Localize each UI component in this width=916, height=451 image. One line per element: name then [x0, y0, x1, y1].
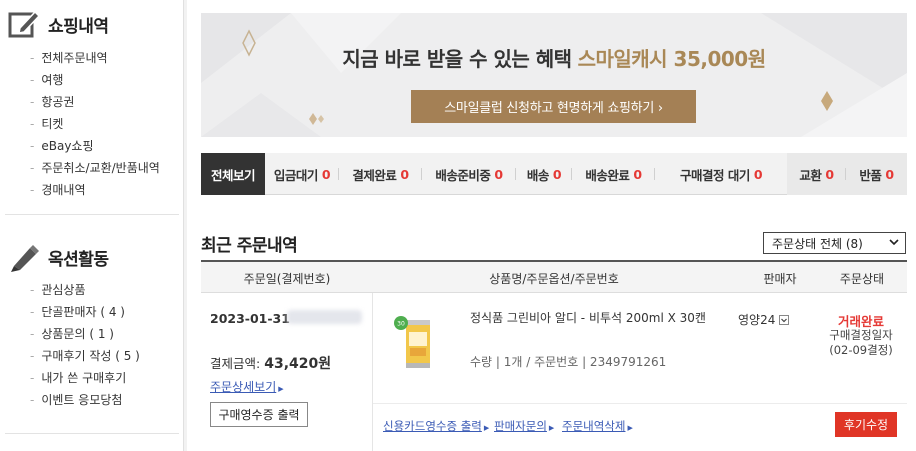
tab-awaiting-payment[interactable]: 입금대기 0 — [265, 153, 339, 195]
chevron-down-icon — [889, 237, 899, 250]
tab-count: 0 — [633, 166, 642, 182]
payment-amount-label: 결제금액: — [210, 356, 261, 371]
order-date: 2023-01-31 — [210, 311, 290, 326]
triangle-right-icon: ▶ — [483, 424, 490, 432]
tab-count: 0 — [400, 166, 409, 182]
tab-count: 0 — [885, 166, 894, 182]
banner-highlight-text: 스마일캐시 35,000원 — [577, 47, 767, 71]
tab-all[interactable]: 전체보기 — [201, 153, 265, 195]
banner-headline: 지금 바로 받을 수 있는 혜택 스마일캐시 35,000원 — [201, 43, 907, 72]
tab-label: 구매결정 대기 — [679, 167, 750, 183]
order-status-filter-value: 주문상태 전체 (8) — [772, 236, 863, 251]
col-status: 주문상태 — [839, 272, 885, 286]
sidebar-item-my-reviews[interactable]: 내가 쓴 구매후기 — [30, 367, 140, 389]
card-receipt-link[interactable]: 신용카드영수증 출력 ▶ — [383, 418, 489, 434]
tab-awaiting-confirmation[interactable]: 구매결정 대기 0 — [655, 153, 787, 195]
tab-payment-complete[interactable]: 결제완료 0 — [339, 153, 422, 195]
edit-review-button[interactable]: 후기수정 — [835, 412, 897, 437]
delete-order-link[interactable]: 주문내역삭제 ▶ — [562, 418, 633, 434]
order-status-decision-date: (02-09결정) — [829, 343, 893, 357]
seller-name-text: 영양24 — [738, 313, 776, 327]
pencil-icon — [8, 242, 40, 272]
product-name-link[interactable]: 정식품 그린비아 알디 - 비투석 200ml X 30캔 — [470, 310, 710, 326]
sidebar-item-ticket[interactable]: 티켓 — [30, 113, 160, 135]
sidebar-shopping-header[interactable]: 쇼핑내역 — [8, 9, 109, 39]
tab-preparing-shipment[interactable]: 배송준비중 0 — [422, 153, 516, 195]
tab-label: 교환 — [799, 167, 822, 183]
card-receipt-link-text: 신용카드영수증 출력 — [383, 419, 482, 433]
order-status-filter-select[interactable]: 주문상태 전체 (8) — [763, 232, 906, 254]
sidebar-divider — [5, 214, 179, 215]
tab-exchange[interactable]: 교환 0 — [787, 153, 846, 195]
tab-count: 0 — [494, 166, 503, 182]
sidebar-item-travel[interactable]: 여행 — [30, 69, 160, 91]
tab-label: 전체보기 — [210, 167, 256, 183]
tab-count: 0 — [321, 166, 331, 182]
sidebar-auction-title: 옥션활동 — [48, 249, 109, 270]
tab-label: 반품 — [859, 167, 882, 183]
svg-text:30: 30 — [397, 321, 405, 328]
recent-orders-title: 최근 주문내역 — [201, 236, 298, 256]
column-divider — [372, 293, 373, 451]
order-status-tabs: 전체보기 입금대기 0 결제완료 0 배송준비중 0 배송 0 배송완료 0 구매결정 대… — [201, 153, 907, 195]
seller-inquiry-link-text: 판매자문의 — [494, 419, 547, 433]
sidebar-item-product-inquiry[interactable]: 상품문의 ( 1 ) — [30, 323, 140, 345]
orders-table-header: 주문일(결제번호) 상품명/주문옵션/주문번호 판매자 주문상태 — [201, 260, 907, 293]
tab-label: 결제완료 — [352, 167, 397, 183]
sidebar-divider — [5, 433, 179, 434]
tab-count: 0 — [825, 166, 834, 182]
triangle-right-icon: ▶ — [627, 424, 633, 432]
edit-note-icon — [8, 9, 41, 39]
seller-name[interactable]: 영양24 — [738, 311, 790, 328]
tab-label: 배송준비중 — [435, 167, 491, 183]
sidebar-item-ebay[interactable]: eBay쇼핑 — [30, 135, 160, 157]
print-receipt-button[interactable]: 구매영수증 출력 — [210, 402, 308, 427]
order-detail-link[interactable]: 주문상세보기 ▶ — [210, 378, 284, 395]
triangle-right-icon: ▶ — [548, 424, 555, 432]
tab-count: 0 — [552, 166, 562, 182]
order-detail-link-text: 주문상세보기 — [210, 380, 277, 394]
triangle-right-icon: ▶ — [278, 385, 284, 393]
sidebar-item-flight[interactable]: 항공권 — [30, 91, 160, 113]
payment-number-redacted — [287, 310, 362, 324]
sidebar-item-cancel-return[interactable]: 주문취소/교환/반품내역 — [30, 157, 160, 179]
product-thumbnail[interactable]: 30 — [392, 314, 438, 370]
seller-inquiry-link[interactable]: 판매자문의 ▶ — [494, 418, 554, 434]
sidebar-shopping-list: 전체주문내역 여행 항공권 티켓 eBay쇼핑 주문취소/교환/반품내역 경매내… — [30, 47, 160, 201]
col-product: 상품명/주문옵션/주문번호 — [489, 272, 619, 286]
sidebar-item-all-orders[interactable]: 전체주문내역 — [30, 47, 160, 69]
seller-dropdown-icon[interactable] — [779, 313, 790, 327]
payment-amount-value: 43,420원 — [264, 356, 332, 372]
tab-shipping[interactable]: 배송 0 — [516, 153, 572, 195]
order-status-sub-label: 구매결정일자 — [829, 328, 893, 342]
sidebar-item-auction-history[interactable]: 경매내역 — [30, 179, 160, 201]
row-divider — [373, 403, 907, 404]
sidebar: 쇼핑내역 전체주문내역 여행 항공권 티켓 eBay쇼핑 주문취소/교환/반품내… — [0, 0, 187, 451]
tab-count: 0 — [753, 166, 763, 182]
sidebar-item-event-winner[interactable]: 이벤트 응모당첨 — [30, 389, 140, 411]
tab-return[interactable]: 반품 0 — [846, 153, 907, 195]
tab-label: 배송완료 — [585, 167, 630, 183]
banner-headline-text: 지금 바로 받을 수 있는 혜택 — [342, 47, 572, 71]
tab-delivered[interactable]: 배송완료 0 — [572, 153, 655, 195]
sidebar-item-wishlist[interactable]: 관심상품 — [30, 279, 140, 301]
tab-label: 배송 — [526, 167, 550, 183]
payment-amount: 결제금액: 43,420원 — [210, 353, 331, 373]
smile-club-signup-button[interactable]: 스마일클럽 신청하고 현명하게 쇼핑하기 › — [411, 90, 696, 123]
sidebar-auction-list: 관심상품 단골판매자 ( 4 ) 상품문의 ( 1 ) 구매후기 작성 ( 5 … — [30, 279, 140, 411]
col-seller: 판매자 — [763, 272, 797, 286]
product-quantity-order-number: 수량 | 1개 / 주문번호 | 2349791261 — [470, 355, 667, 369]
tab-label: 입금대기 — [273, 167, 319, 183]
smile-club-banner: 지금 바로 받을 수 있는 혜택 스마일캐시 35,000원 스마일클럽 신청하고… — [201, 13, 907, 137]
sidebar-auction-header[interactable]: 옥션활동 — [8, 242, 109, 272]
sidebar-shopping-title: 쇼핑내역 — [48, 16, 109, 37]
sidebar-item-write-review[interactable]: 구매후기 작성 ( 5 ) — [30, 345, 140, 367]
delete-order-link-text: 주문내역삭제 — [562, 419, 626, 433]
sidebar-item-favorite-sellers[interactable]: 단골판매자 ( 4 ) — [30, 301, 140, 323]
col-order-date: 주문일(결제번호) — [243, 272, 331, 286]
